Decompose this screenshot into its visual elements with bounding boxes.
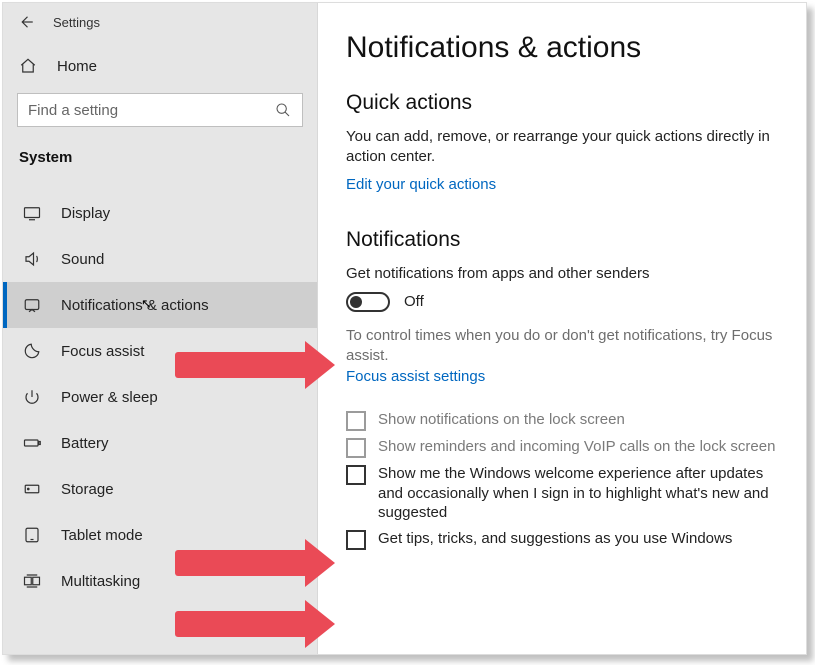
power-icon — [23, 388, 41, 406]
settings-window: Settings Home System Display — [2, 2, 807, 655]
nav-item-display[interactable]: Display — [3, 190, 317, 236]
sidebar: Settings Home System Display — [3, 3, 318, 654]
home-icon — [19, 57, 37, 75]
nav-label: Battery — [61, 435, 109, 452]
notifications-icon — [23, 296, 41, 314]
notifications-heading: Notifications — [346, 228, 776, 252]
edit-quick-actions-link[interactable]: Edit your quick actions — [346, 176, 496, 193]
nav-item-focus-assist[interactable]: Focus assist — [3, 328, 317, 374]
check-tips-tricks[interactable]: Get tips, tricks, and suggestions as you… — [346, 529, 776, 550]
nav-item-notifications[interactable]: Notifications & actions ↖ — [3, 282, 317, 328]
check-label: Show me the Windows welcome experience a… — [378, 464, 776, 523]
check-label: Show reminders and incoming VoIP calls o… — [378, 437, 775, 457]
nav-label: Sound — [61, 251, 104, 268]
nav-item-sound[interactable]: Sound — [3, 236, 317, 282]
window-title: Settings — [53, 15, 100, 30]
battery-icon — [23, 434, 41, 452]
page-heading: Notifications & actions — [346, 31, 776, 65]
section-label: System — [3, 147, 317, 190]
storage-icon — [23, 480, 41, 498]
titlebar: Settings — [3, 3, 317, 37]
nav-label: Display — [61, 205, 110, 222]
search-icon — [274, 101, 292, 119]
nav-label: Focus assist — [61, 343, 144, 360]
focus-assist-icon — [23, 342, 41, 360]
toggle-state-label: Off — [404, 293, 424, 310]
checkbox — [346, 411, 366, 431]
notifications-toggle[interactable] — [346, 292, 390, 312]
check-label: Show notifications on the lock screen — [378, 410, 625, 430]
home-nav[interactable]: Home — [3, 37, 317, 93]
checkbox — [346, 438, 366, 458]
nav-label: Tablet mode — [61, 527, 143, 544]
toggle-knob — [350, 296, 362, 308]
check-lock-screen-notifications: Show notifications on the lock screen — [346, 410, 776, 431]
checkbox[interactable] — [346, 465, 366, 485]
checkbox[interactable] — [346, 530, 366, 550]
notifications-toggle-desc: Get notifications from apps and other se… — [346, 264, 776, 284]
nav-item-tablet-mode[interactable]: Tablet mode — [3, 512, 317, 558]
nav-label: Notifications & actions — [61, 297, 209, 314]
nav-item-storage[interactable]: Storage — [3, 466, 317, 512]
check-welcome-experience[interactable]: Show me the Windows welcome experience a… — [346, 464, 776, 523]
quick-actions-body: You can add, remove, or rearrange your q… — [346, 127, 776, 168]
tablet-icon — [23, 526, 41, 544]
content-pane: Notifications & actions Quick actions Yo… — [318, 3, 806, 654]
nav-item-battery[interactable]: Battery — [3, 420, 317, 466]
search-input[interactable] — [28, 102, 274, 119]
focus-assist-body: To control times when you do or don't ge… — [346, 326, 776, 367]
multitasking-icon — [23, 572, 41, 590]
quick-actions-heading: Quick actions — [346, 91, 776, 115]
nav-label: Multitasking — [61, 573, 140, 590]
focus-assist-link[interactable]: Focus assist settings — [346, 368, 485, 385]
check-lock-screen-voip: Show reminders and incoming VoIP calls o… — [346, 437, 776, 458]
sound-icon — [23, 250, 41, 268]
nav-list: Display Sound Notifications & actions ↖ — [3, 190, 317, 604]
nav-label: Power & sleep — [61, 389, 158, 406]
home-label: Home — [57, 58, 97, 75]
search-box[interactable] — [17, 93, 303, 127]
nav-label: Storage — [61, 481, 114, 498]
display-icon — [23, 204, 41, 222]
nav-item-multitasking[interactable]: Multitasking — [3, 558, 317, 604]
check-label: Get tips, tricks, and suggestions as you… — [378, 529, 732, 549]
back-button[interactable] — [17, 13, 35, 31]
nav-item-power-sleep[interactable]: Power & sleep — [3, 374, 317, 420]
